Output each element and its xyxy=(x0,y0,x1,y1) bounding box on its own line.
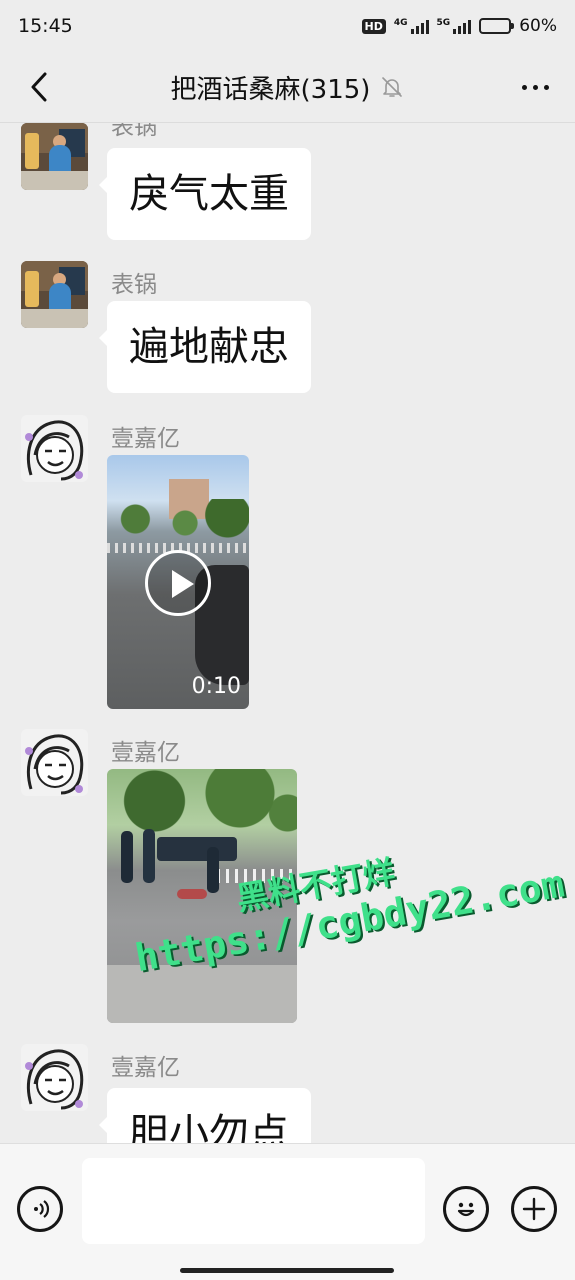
voice-icon xyxy=(34,1200,50,1218)
back-button[interactable] xyxy=(22,68,56,106)
sender-name: 壹嘉亿 xyxy=(111,740,180,766)
message-input[interactable] xyxy=(82,1158,425,1244)
text-bubble[interactable]: 胆小勿点 xyxy=(99,1088,311,1143)
bell-muted-icon xyxy=(382,77,403,97)
status-bar: 15:45 HD 4G 5G 60% xyxy=(0,0,575,52)
sender-name: 壹嘉亿 xyxy=(111,1055,180,1081)
sender-name: 表锅 xyxy=(111,123,157,140)
more-options-button[interactable] xyxy=(513,68,557,106)
text-bubble[interactable]: 遍地献忠 xyxy=(99,301,311,393)
plus-button[interactable] xyxy=(511,1186,557,1232)
play-icon[interactable] xyxy=(145,550,211,616)
status-indicators: HD 4G 5G 60% xyxy=(361,16,557,36)
hd-badge: HD xyxy=(361,18,386,34)
cartoon-avatar-icon xyxy=(25,734,84,795)
video-duration: 0:10 xyxy=(191,674,241,699)
signal-5g-icon: 5G xyxy=(437,18,472,34)
avatar[interactable] xyxy=(21,123,88,190)
sender-name: 壹嘉亿 xyxy=(111,426,180,452)
avatar[interactable] xyxy=(21,1044,88,1111)
more-dots-icon xyxy=(521,84,527,90)
signal-4g-icon: 4G xyxy=(394,18,429,34)
plus-icon xyxy=(522,1197,546,1221)
battery-icon xyxy=(479,18,515,34)
home-indicator[interactable] xyxy=(180,1268,394,1273)
video-message[interactable]: 0:10 xyxy=(107,455,249,709)
voice-button[interactable] xyxy=(17,1186,63,1232)
chat-title-bar: 把酒话桑麻(315) xyxy=(0,52,575,122)
avatar[interactable] xyxy=(21,729,88,796)
status-time: 15:45 xyxy=(18,15,73,37)
avatar[interactable] xyxy=(21,415,88,482)
message-input-bar xyxy=(0,1143,575,1280)
avatar[interactable] xyxy=(21,261,88,328)
network-label-4g: 4G xyxy=(393,18,408,28)
chat-title: 把酒话桑麻(315) xyxy=(170,74,371,105)
cartoon-avatar-icon xyxy=(25,1049,84,1110)
battery-percent: 60% xyxy=(519,16,557,36)
back-arrow-icon xyxy=(31,72,47,102)
cartoon-avatar-icon xyxy=(25,420,84,481)
emoji-button[interactable] xyxy=(443,1186,489,1232)
emoji-icon xyxy=(457,1202,475,1217)
network-label-5g: 5G xyxy=(436,18,451,28)
text-bubble[interactable]: 戾气太重 xyxy=(99,148,311,240)
sender-name: 表锅 xyxy=(111,272,157,298)
